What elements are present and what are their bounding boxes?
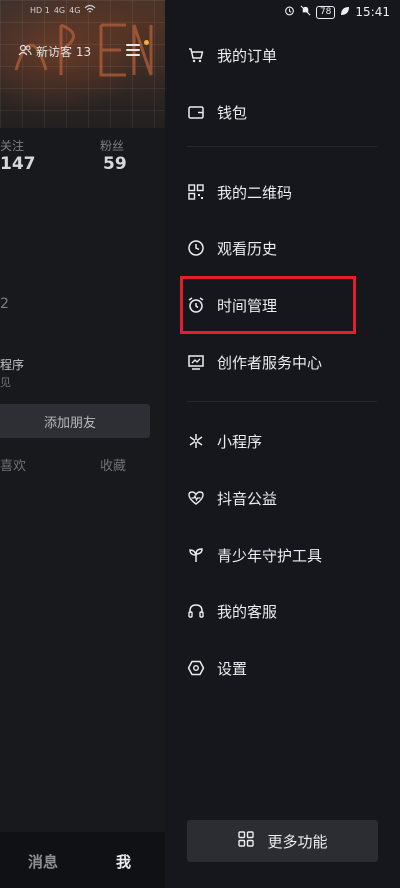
wifi-icon <box>84 4 96 16</box>
menu-item-orders[interactable]: 我的订单 <box>187 40 377 70</box>
following-label: 关注 <box>0 139 25 153</box>
menu-item-label: 青少年守护工具 <box>217 546 323 565</box>
menu-item-qrcode[interactable]: 我的二维码 <box>187 177 377 207</box>
nav-me[interactable]: 我 <box>116 851 131 872</box>
leaf-icon <box>340 5 350 19</box>
miniprogram-subtext-partial: 见 <box>0 376 11 389</box>
profile-banner: HD 1 4G 4G 新访客 13 <box>0 0 165 128</box>
menu-item-watch-history[interactable]: 观看历史 <box>187 233 377 263</box>
heart-pulse-icon <box>187 489 205 507</box>
menu-item-youth-protection[interactable]: 青少年守护工具 <box>187 540 377 570</box>
miniprogram-entry-partial[interactable]: 程序 <box>0 356 24 373</box>
highlight-annotation-box <box>180 276 356 334</box>
followers-label: 粉丝 <box>100 139 125 153</box>
menu-item-settings[interactable]: 设置 <box>187 653 377 683</box>
menu-item-label: 我的二维码 <box>217 183 293 202</box>
mute-icon <box>300 5 311 19</box>
menu-item-creator-center[interactable]: 创作者服务中心 <box>187 347 377 377</box>
divider <box>187 401 377 402</box>
menu-item-charity[interactable]: 抖音公益 <box>187 483 377 513</box>
clock-icon <box>187 239 205 257</box>
qrcode-icon <box>187 183 205 201</box>
sprout-icon <box>187 546 205 564</box>
status-bar-left: HD 1 4G 4G <box>30 4 96 16</box>
divider <box>187 146 377 147</box>
more-features-button[interactable]: 更多功能 <box>187 820 378 862</box>
tab-favorites[interactable]: 收藏 <box>100 455 126 474</box>
notification-dot <box>144 40 149 45</box>
chart-icon <box>187 353 205 371</box>
sim-indicator: 4G <box>69 5 81 15</box>
menu-item-label: 小程序 <box>217 432 263 451</box>
sim-indicator: 4G <box>53 5 66 15</box>
clock-time: 15:41 <box>355 5 390 19</box>
alarm-status-icon <box>284 5 295 19</box>
new-visitors-label: 新访客 13 <box>36 45 92 59</box>
followers-count[interactable]: 59 <box>103 154 127 174</box>
battery-level: 78 <box>315 5 336 19</box>
menu-item-label: 创作者服务中心 <box>217 353 323 372</box>
tab-likes[interactable]: 喜欢 <box>0 455 26 474</box>
hamburger-menu-icon[interactable] <box>126 44 140 56</box>
nav-messages[interactable]: 消息 <box>28 851 58 872</box>
profile-page-dimmed: HD 1 4G 4G 新访客 13 关注 147 粉丝 59 2 程序 见 添加… <box>0 0 165 888</box>
menu-item-label: 钱包 <box>217 103 248 122</box>
menu-item-wallet[interactable]: 钱包 <box>187 97 377 127</box>
add-friend-button[interactable]: 添加朋友 <box>0 404 150 438</box>
menu-item-label: 抖音公益 <box>217 489 278 508</box>
menu-item-customer-service[interactable]: 我的客服 <box>187 596 377 626</box>
menu-item-label: 我的订单 <box>217 46 278 65</box>
following-count[interactable]: 147 <box>0 154 36 174</box>
hexagon-gear-icon <box>187 659 205 677</box>
side-drawer: 78 15:41 我的订单 钱包 我的二维码 观看历史 时间管理 创作者服务中心… <box>165 0 400 888</box>
menu-item-mini-programs[interactable]: 小程序 <box>187 426 377 456</box>
sim-indicator: HD 1 <box>30 5 50 15</box>
users-icon <box>18 44 32 59</box>
wallet-icon <box>187 103 205 121</box>
menu-item-label: 观看历史 <box>217 239 278 258</box>
headset-icon <box>187 602 205 620</box>
cart-icon <box>187 46 205 64</box>
partial-text: 2 <box>0 296 9 312</box>
menu-item-label: 设置 <box>217 659 248 678</box>
status-bar-right: 78 15:41 <box>284 5 390 19</box>
grid-icon <box>237 830 255 852</box>
new-visitors-button[interactable]: 新访客 13 <box>18 43 91 60</box>
bottom-nav <box>0 832 165 888</box>
menu-item-label: 我的客服 <box>217 602 278 621</box>
asterisk-icon <box>187 432 205 450</box>
more-features-label: 更多功能 <box>267 832 328 851</box>
